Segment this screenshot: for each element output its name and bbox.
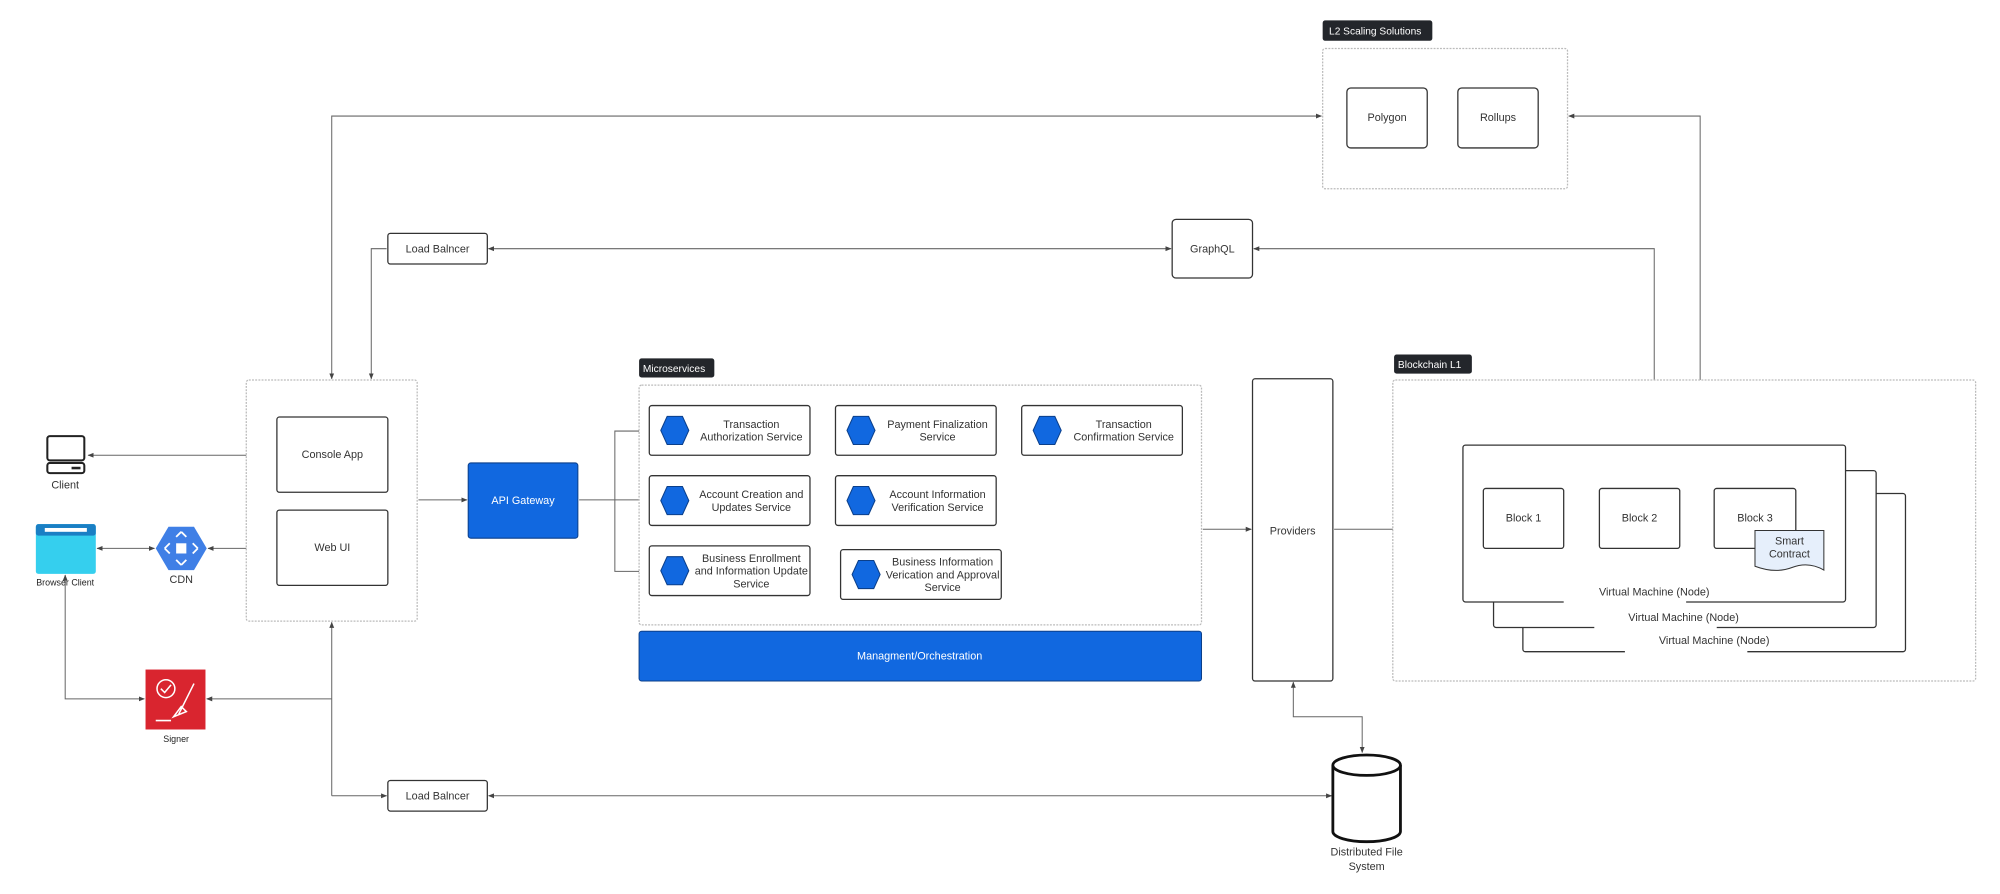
signer-node[interactable]: Signer [145,669,206,745]
service-label: Payment Finalization [887,419,988,431]
blockchain-label: Blockchain L1 [1398,360,1462,371]
service-hexagon-icon [846,415,876,445]
service-hexagon-icon [660,415,690,445]
web-ui-label: Web UI [314,542,350,554]
smart-contract-document[interactable]: Smart Contract [1754,530,1825,571]
service-hexagon-icon [851,559,881,590]
service-label: Verication and Approval [886,569,1000,581]
block-label: Block 3 [1737,513,1773,525]
microservice-node[interactable]: Business InformationVerication and Appro… [839,549,1002,601]
l2-scaling-group: L2 Scaling Solutions Polygon Rollups [1322,20,1569,190]
providers-label: Providers [1270,525,1316,537]
management-label: Managment/Orchestration [857,650,982,662]
console-app-label: Console App [302,449,363,461]
microservice-node[interactable]: Payment FinalizationService [834,404,997,456]
signer-label: Signer [163,734,189,744]
client-label: Client [51,479,79,491]
service-label: Account Information [889,489,985,501]
rollups-label: Rollups [1480,112,1517,124]
service-label: Service [925,582,961,594]
microservice-node[interactable]: Account Creation andUpdates Service [648,475,811,527]
client-node[interactable]: Client [46,435,86,491]
cdn-label: CDN [170,574,193,586]
microservice-node[interactable]: TransactionAuthorization Service [648,404,811,456]
browser-client-label: Browser Client [36,577,94,587]
service-label: Transaction [723,419,779,431]
service-label: Verification Service [891,502,983,514]
dfs-label: Distributed File [1331,847,1403,859]
service-label: Business Enrollment [702,553,801,565]
load-balancer-top[interactable]: Load Balncer [387,232,488,265]
web-ui-node[interactable]: Web UI [276,509,389,587]
architecture-diagram: L2 Scaling Solutions Polygon Rollups Loa… [35,20,1977,873]
polygon-node[interactable]: Polygon [1346,87,1428,149]
management-orchestration-bar[interactable]: Managment/Orchestration [638,630,1203,682]
polygon-label: Polygon [1367,112,1406,124]
service-label: and Information Update [695,566,808,578]
microservices-group: Microservices TransactionAuthorization S… [638,358,1203,626]
block-1[interactable]: Block 1 [1482,487,1565,550]
service-hexagon-icon [1032,415,1062,445]
providers-node[interactable]: Providers [1251,378,1334,682]
distributed-file-system[interactable]: Distributed File System [1331,753,1403,873]
service-label: Confirmation Service [1073,432,1174,444]
microservices-label: Microservices [643,364,705,375]
graphql-label: GraphQL [1190,244,1235,256]
vm-label: Virtual Machine (Node) [1659,635,1770,647]
block-label: Block 2 [1622,513,1658,525]
dfs-label: System [1349,861,1385,873]
api-gateway-node[interactable]: API Gateway [467,462,579,539]
vm-label: Virtual Machine (Node) [1599,587,1710,599]
block-label: Block 1 [1506,513,1542,525]
load-balancer-bottom-label: Load Balncer [406,791,470,803]
api-gateway-label: API Gateway [491,495,555,507]
cdn-node[interactable]: CDN [155,526,207,586]
database-cylinder-icon [1331,753,1402,844]
frontend-group: Console App Web UI [245,379,418,622]
console-app-node[interactable]: Console App [276,416,389,493]
service-label: Service [733,578,769,590]
block-2[interactable]: Block 2 [1598,487,1681,550]
service-label: Updates Service [712,502,791,514]
service-label: Account Creation and [699,489,803,501]
microservice-node[interactable]: TransactionConfirmation Service [1021,404,1184,456]
load-balancer-bottom[interactable]: Load Balncer [387,779,488,812]
smart-contract-label: Contract [1769,548,1810,560]
service-label: Business Information [892,557,993,569]
microservice-node[interactable]: Business Enrollmentand Information Updat… [648,545,811,597]
rollups-node[interactable]: Rollups [1457,87,1539,149]
service-hexagon-icon [660,556,690,586]
browser-client-node[interactable]: Browser Client [35,524,96,587]
microservice-node[interactable]: Account InformationVerification Service [834,475,997,527]
signer-certificate-pen-icon [145,669,206,730]
graphql-node[interactable]: GraphQL [1171,218,1254,279]
service-label: Authorization Service [700,432,802,444]
service-hexagon-icon [660,486,690,516]
desktop-computer-icon [46,435,86,475]
smart-contract-label: Smart [1775,536,1804,548]
browser-window-icon [35,524,96,574]
service-label: Service [919,432,955,444]
l2-label: L2 Scaling Solutions [1329,26,1421,37]
blockchain-l1-group: Blockchain L1 Virtual Machine (Node) Vir… [1392,354,1977,682]
vm-label: Virtual Machine (Node) [1628,612,1739,624]
load-balancer-top-label: Load Balncer [406,244,470,256]
service-label: Transaction [1096,419,1152,431]
service-hexagon-icon [846,486,876,516]
